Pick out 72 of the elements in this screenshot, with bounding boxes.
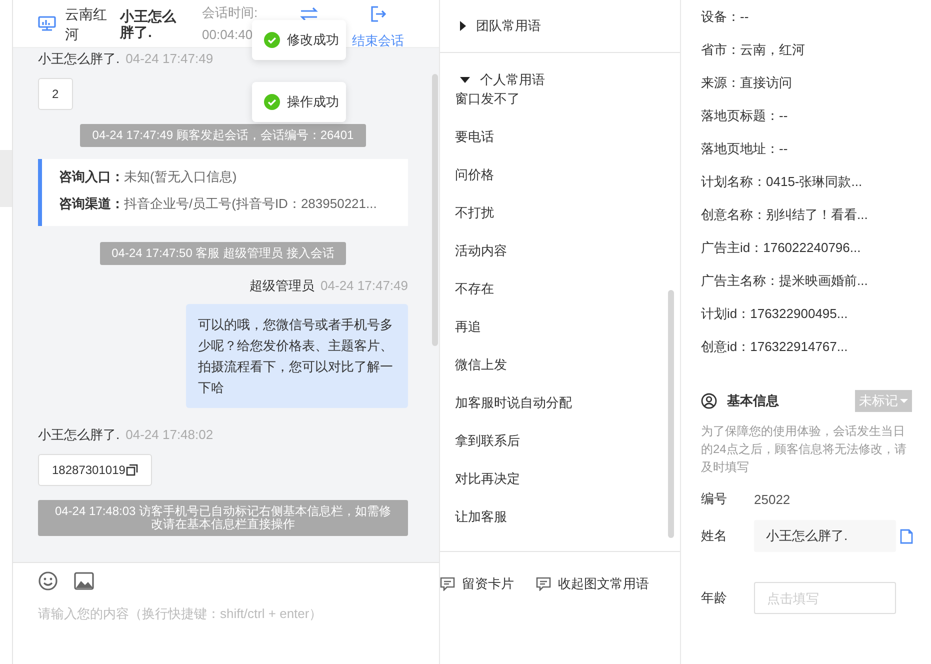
quick-reply-item[interactable]: 不存在: [440, 279, 672, 317]
sender-name: 小王怎么胖了.: [38, 426, 120, 444]
message-icon: [440, 577, 455, 591]
visitor-location: 云南红河: [65, 4, 107, 44]
info-row-text: 落地页地址：--: [701, 140, 789, 158]
message-time: 04-24 17:48:02: [126, 426, 214, 444]
check-circle-icon: [264, 94, 280, 110]
message-text: 18287301019: [52, 463, 126, 477]
info-row-text: 计划名称：0415-张琳同款...: [701, 173, 864, 191]
system-notice: 04-24 17:47:49 顾客发起会话，会话编号：26401: [80, 124, 366, 147]
quick-reply-item[interactable]: 窗口发不了: [440, 89, 672, 127]
quick-reply-item[interactable]: 微信上发: [440, 355, 672, 393]
message-icon: [536, 577, 551, 591]
caret-icon: [460, 21, 466, 31]
quick-reply-item[interactable]: 活动内容: [440, 241, 672, 279]
message-bubble: 可以的哦，您微信号或者手机号多少呢？给您发价格表、主题客片、拍摄流程看下，您可以对比了解一下哈: [186, 304, 408, 408]
toast-text: 修改成功: [287, 31, 339, 49]
quick-reply-item[interactable]: 让加客服: [440, 507, 672, 545]
card-label: 咨询入口：: [59, 169, 124, 184]
session-time: 00:04:40: [202, 26, 254, 44]
toast-text: 操作成功: [287, 93, 339, 111]
message-text: 2: [52, 87, 59, 101]
name-field[interactable]: 小王怎么胖了.: [754, 520, 896, 552]
info-row-text: 创意名称：别纠结了！看看...: [701, 206, 869, 224]
info-row-text: 落地页标题：--: [701, 107, 789, 125]
info-row-text: 计划id：176322900495...: [701, 305, 849, 323]
info-row-text: 省市：云南，红河: [701, 41, 806, 59]
quick-reply-item[interactable]: 再追: [440, 317, 672, 355]
notice-text: 为了保障您的使用体验，会话发生当日的24点之后，顾客信息将无法修改，请及时填写: [701, 423, 908, 476]
sender-name: 超级管理员: [250, 277, 315, 295]
info-row-text: 广告主id：176022240796...: [701, 239, 862, 257]
info-row-text: 设备：--: [701, 8, 750, 26]
card-value: 未知(暂无入口信息): [124, 169, 237, 184]
scrollbar[interactable]: [432, 74, 438, 346]
card-label: 咨询渠道：: [59, 196, 124, 211]
field-label: 年龄: [701, 589, 728, 607]
caret-icon: [900, 399, 908, 403]
caret-icon: [460, 77, 470, 83]
field-value: 25022: [754, 492, 790, 506]
field-label: 姓名: [701, 527, 728, 545]
system-notice: 04-24 17:48:03 访客手机号已自动标记右侧基本信息栏，如需修改请在基本信息栏直接操作: [38, 500, 408, 536]
exit-icon: [370, 6, 386, 22]
image-icon[interactable]: [74, 572, 94, 590]
info-row-text: 广告主名称：提米映画婚前...: [701, 272, 869, 290]
quick-reply-item[interactable]: 不打扰: [440, 203, 672, 241]
copy-icon[interactable]: [126, 464, 138, 476]
footer-button[interactable]: 留资卡片: [440, 575, 514, 593]
section-title: 基本信息: [727, 392, 779, 410]
info-row-text: 创意id：176322914767...: [701, 338, 849, 356]
quick-reply-item[interactable]: 要电话: [440, 127, 672, 165]
group-header[interactable]: 个人常用语: [440, 71, 545, 89]
footer-button[interactable]: 收起图文常用语: [536, 575, 649, 593]
field-label: 编号: [701, 490, 728, 508]
quick-reply-item[interactable]: 拿到联系后: [440, 431, 672, 469]
scrollbar[interactable]: [668, 290, 674, 538]
quick-reply-item[interactable]: 问价格: [440, 165, 672, 203]
transfer-icon[interactable]: [300, 7, 318, 21]
emoji-icon[interactable]: [38, 571, 58, 591]
group-header[interactable]: 团队常用语: [440, 17, 541, 35]
info-row-text: 来源：直接访问: [701, 74, 793, 92]
user-icon: [701, 393, 717, 409]
quick-reply-item[interactable]: 加客服时说自动分配: [440, 393, 672, 431]
session-time-label: 会话时间:: [202, 4, 259, 22]
quick-reply-item[interactable]: 对比再决定: [440, 469, 672, 507]
message-time: 04-24 17:47:49: [126, 50, 214, 68]
check-circle-icon: [264, 32, 280, 48]
message-time: 04-24 17:47:49: [320, 277, 408, 295]
system-notice: 04-24 17:47:50 客服 超级管理员 接入会话: [100, 242, 346, 265]
card-value: 抖音企业号/员工号(抖音号ID：283950221...: [124, 196, 377, 211]
sender-name: 小王怎么胖了.: [38, 50, 120, 68]
monitor-icon: [38, 16, 56, 32]
visitor-name: 小王怎么胖了.: [120, 8, 178, 40]
